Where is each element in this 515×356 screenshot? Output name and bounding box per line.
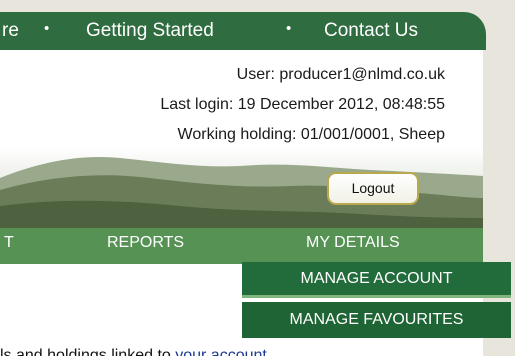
- top-nav-item-partial[interactable]: re: [2, 20, 19, 42]
- nav-separator: •: [44, 20, 50, 37]
- top-navigation-bar: re • Getting Started • Contact Us: [0, 12, 486, 50]
- user-email-label: User: producer1@nlmd.co.uk: [236, 66, 445, 83]
- your-account-link[interactable]: your account: [175, 347, 267, 356]
- last-login-label: Last login: 19 December 2012, 08:48:55: [160, 96, 445, 113]
- account-description-prefix: ls and holdings linked to: [0, 347, 176, 356]
- working-holding-label: Working holding: 01/001/0001, Sheep: [177, 126, 445, 143]
- my-details-dropdown-menu: MANAGE ACCOUNT MANAGE FAVOURITES: [242, 262, 511, 338]
- top-nav-contact-us[interactable]: Contact Us: [324, 20, 418, 42]
- main-nav-reports[interactable]: REPORTS: [107, 234, 184, 252]
- logout-button[interactable]: Logout: [327, 172, 419, 205]
- menu-item-manage-account[interactable]: MANAGE ACCOUNT: [242, 262, 511, 298]
- main-nav-item-partial[interactable]: T: [4, 234, 14, 252]
- top-nav-getting-started[interactable]: Getting Started: [86, 20, 214, 42]
- main-nav-my-details[interactable]: MY DETAILS: [306, 234, 400, 252]
- menu-item-manage-favourites[interactable]: MANAGE FAVOURITES: [242, 302, 511, 338]
- nav-separator: •: [286, 20, 292, 37]
- account-description-text: ls and holdings linked to your account: [0, 347, 267, 356]
- main-navigation-bar: T REPORTS MY DETAILS: [0, 228, 483, 264]
